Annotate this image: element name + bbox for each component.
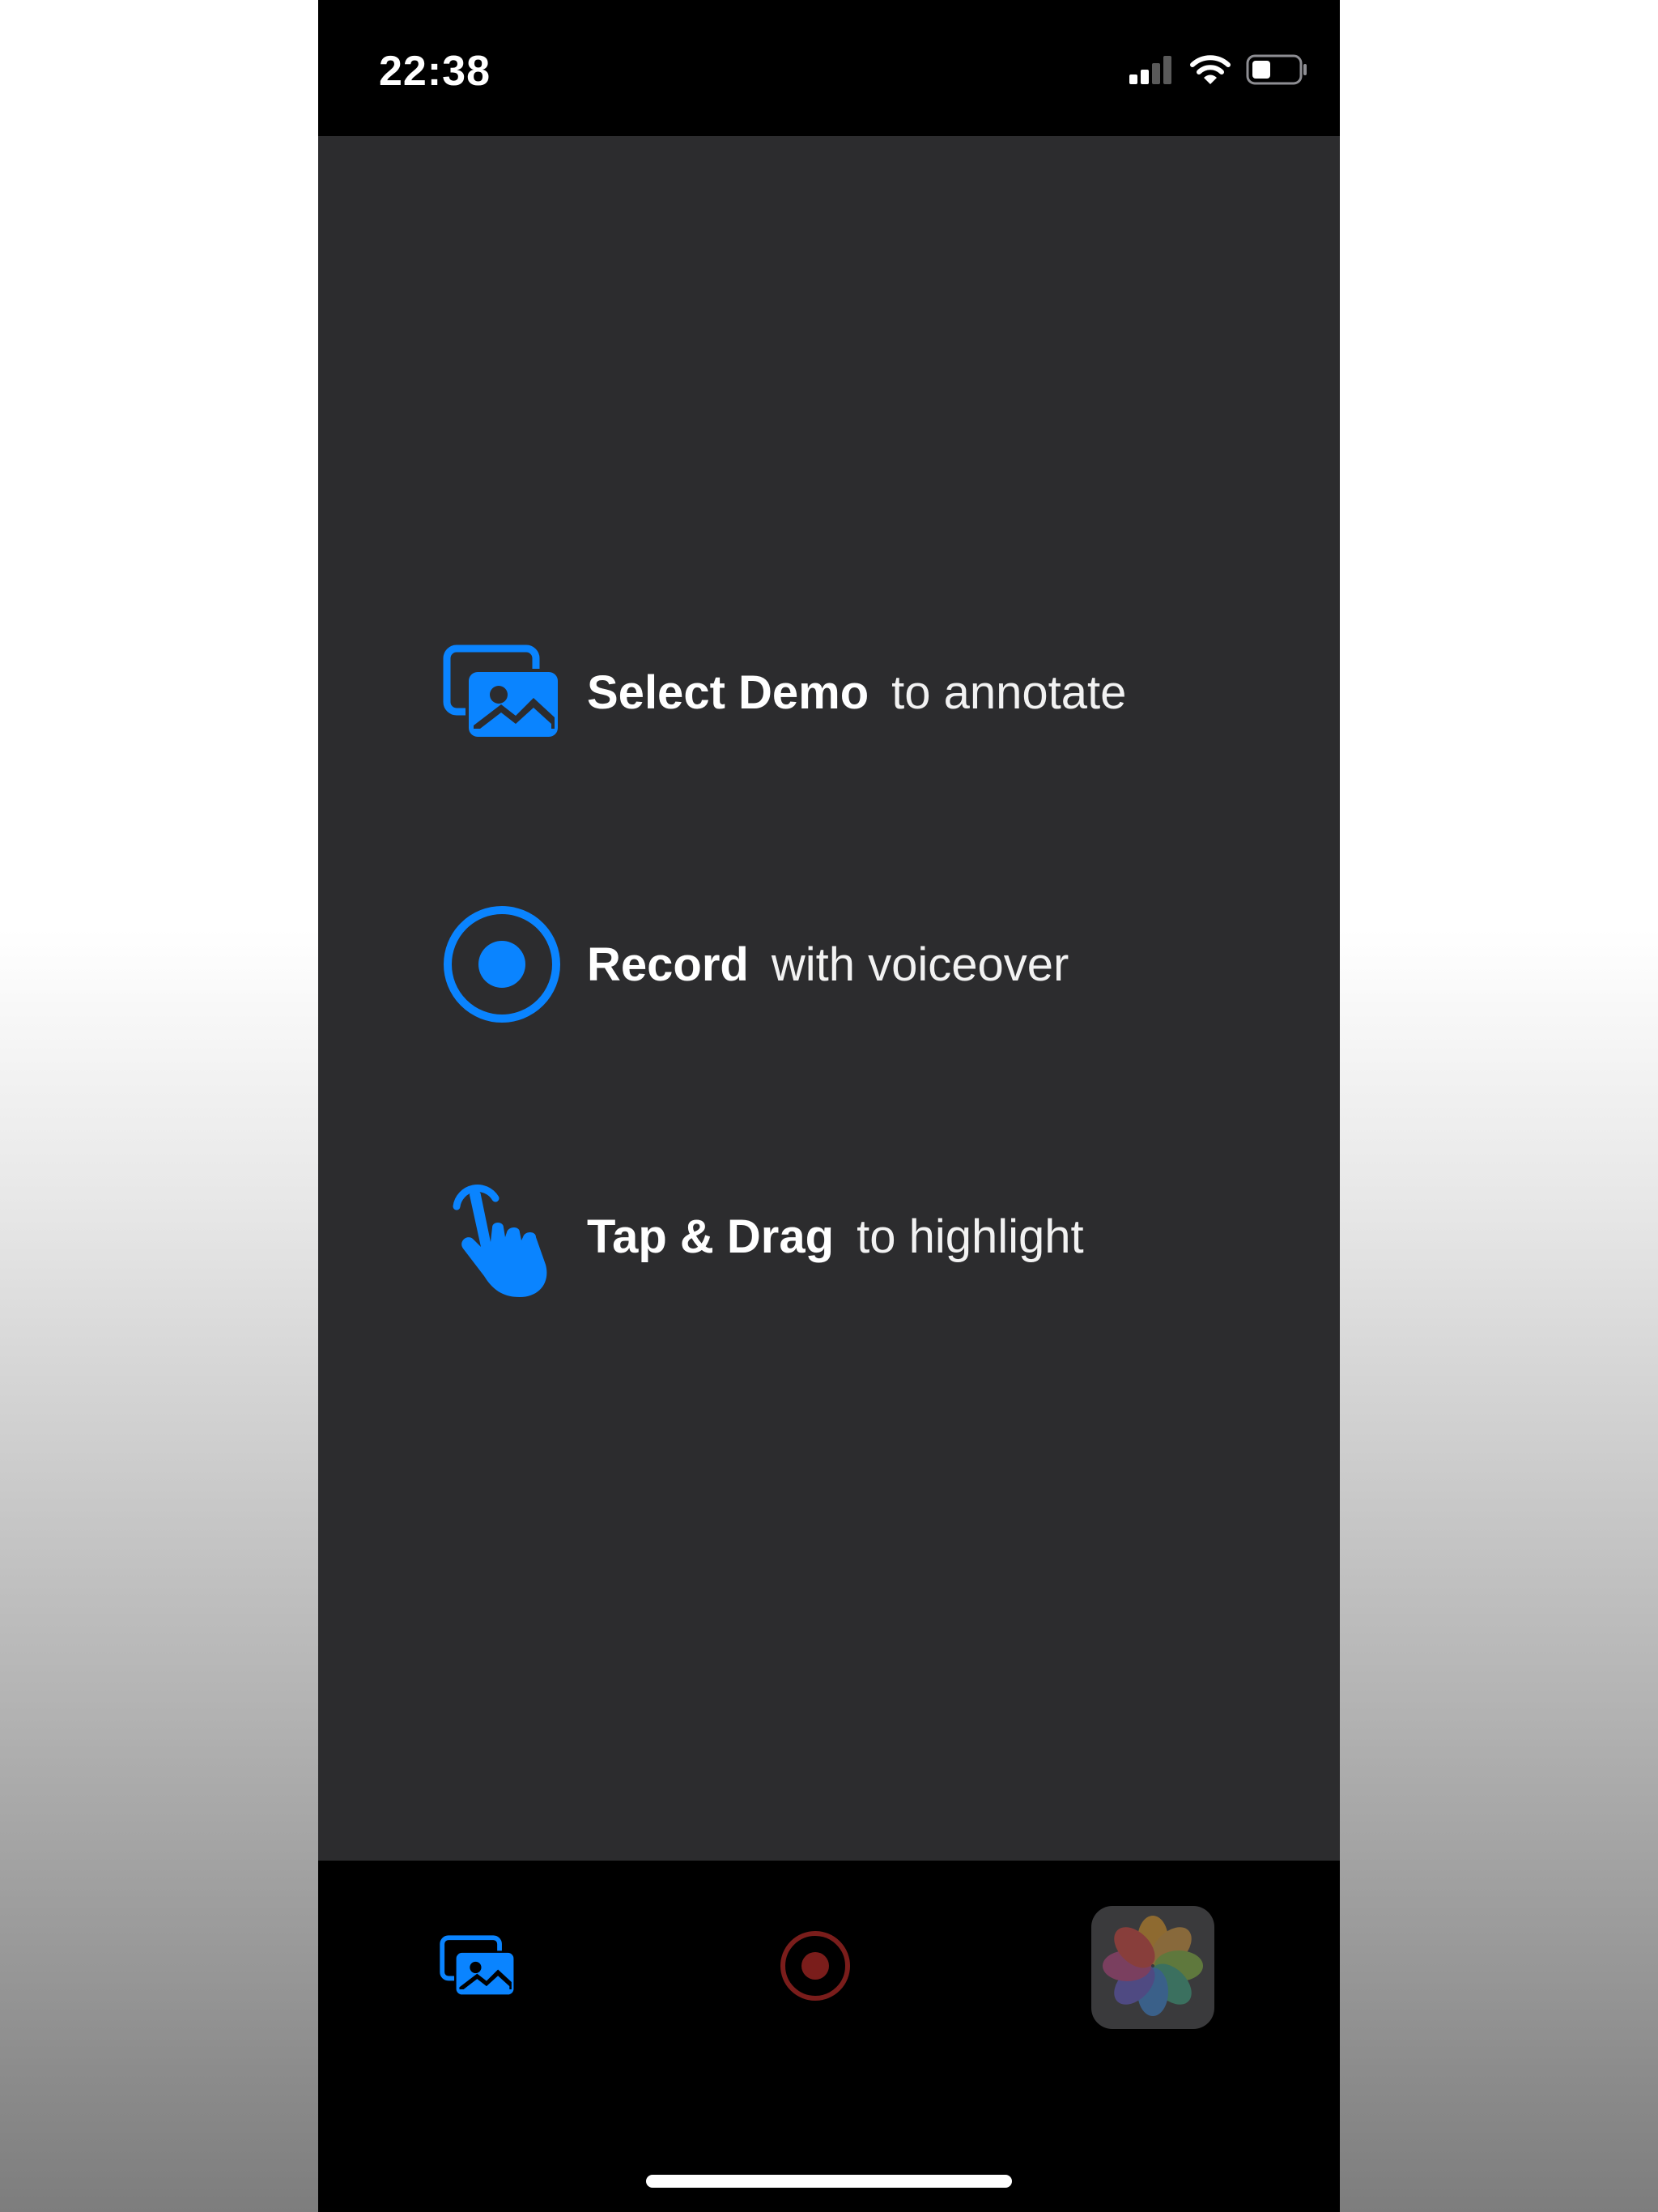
- wifi-icon: [1189, 53, 1231, 90]
- onboarding-item-record: Record with voiceover: [441, 904, 1069, 1025]
- select-demo-label: Select Demo: [587, 666, 869, 719]
- tap-drag-label: Tap & Drag: [587, 1210, 835, 1263]
- record-label: Record: [587, 938, 749, 991]
- onboarding-item-select-demo: Select Demo to annotate: [441, 632, 1126, 753]
- onboarding-item-tap-drag: Tap & Drag to highlight: [441, 1176, 1084, 1297]
- tap-drag-hand-icon: [441, 1176, 563, 1297]
- select-demo-button[interactable]: [440, 1934, 516, 2001]
- photo-library-icon: [441, 632, 563, 753]
- photos-app-icon: [1099, 1912, 1206, 2023]
- photo-library-icon: [440, 1934, 516, 2001]
- bottom-toolbar: [318, 1861, 1340, 2212]
- photos-app-button[interactable]: [1091, 1906, 1214, 2029]
- record-icon: [441, 904, 563, 1025]
- status-bar: 22:38: [318, 0, 1340, 136]
- home-indicator[interactable]: [646, 2175, 1012, 2188]
- record-button[interactable]: [778, 1930, 852, 2005]
- status-time: 22:38: [379, 48, 491, 95]
- phone-screen: 22:38 Select Demo to annotate Record wit…: [318, 0, 1340, 2212]
- status-icons: [1128, 53, 1309, 90]
- record-icon: [779, 1929, 852, 2006]
- battery-icon: [1246, 53, 1309, 90]
- select-demo-detail: to annotate: [891, 666, 1127, 719]
- record-detail: with voiceover: [771, 938, 1069, 991]
- onboarding-panel: Select Demo to annotate Record with voiceo…: [318, 136, 1340, 1861]
- tap-drag-detail: to highlight: [857, 1210, 1084, 1263]
- cellular-signal-icon: [1128, 53, 1175, 90]
